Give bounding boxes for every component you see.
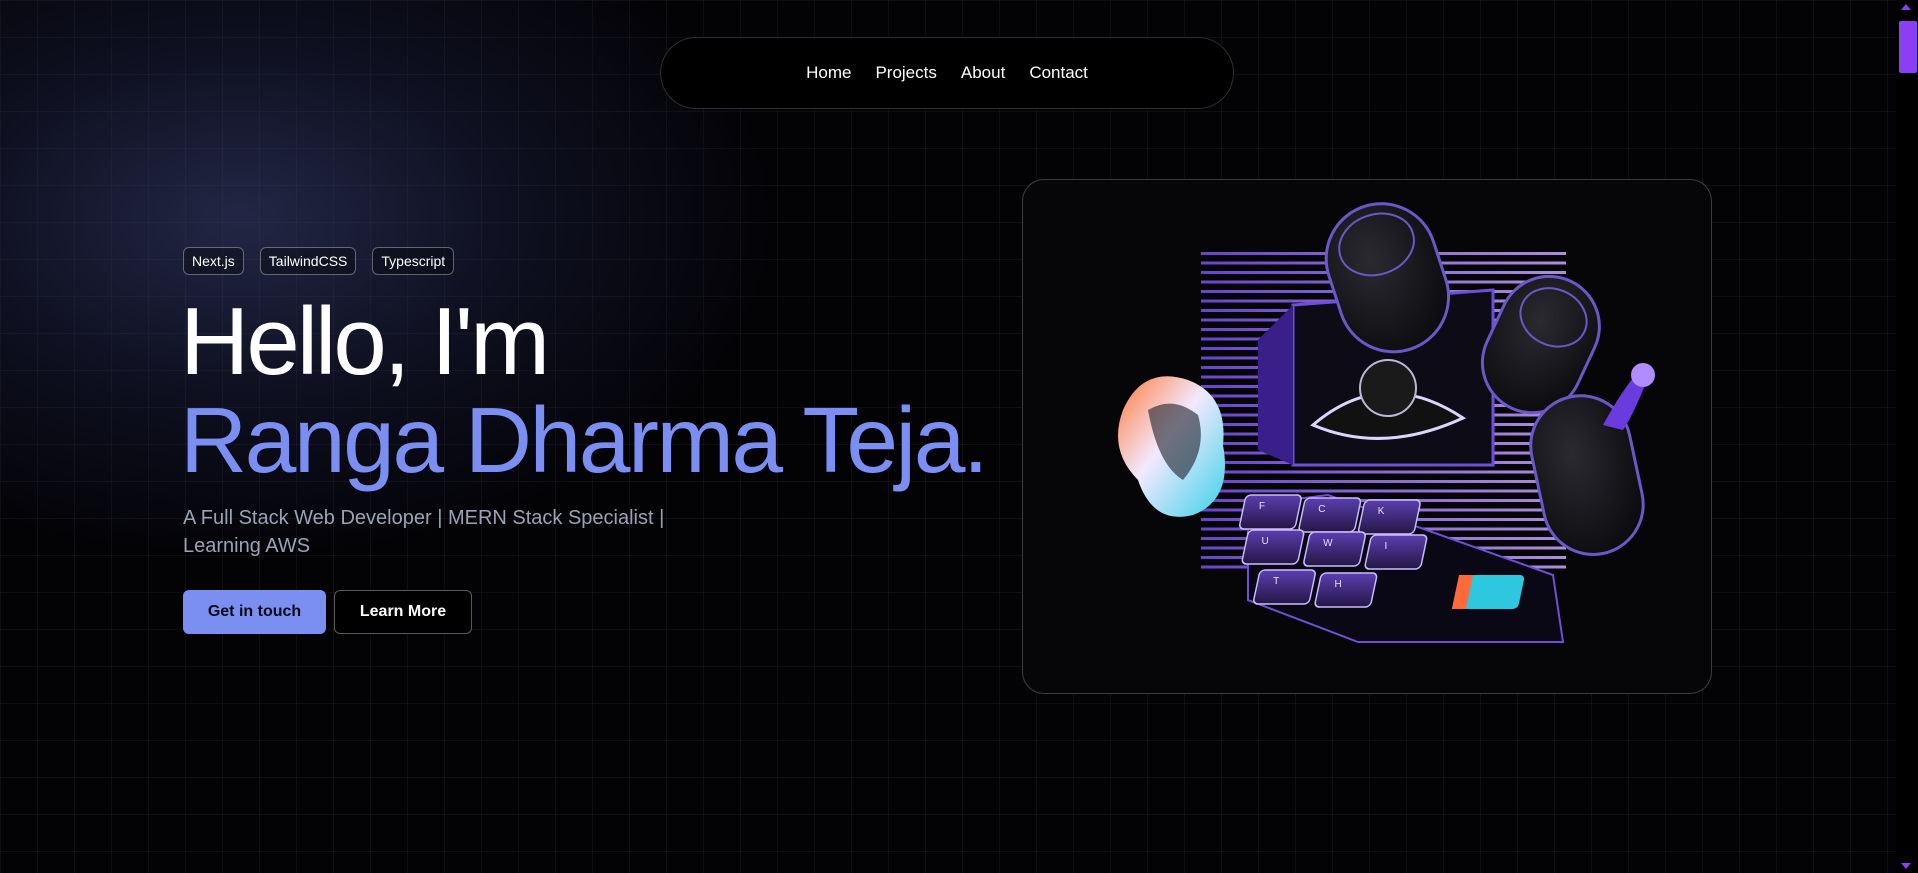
hero-subtitle-line-1: A Full Stack Web Developer | MERN Stack … (183, 507, 665, 529)
keyboard-key: T (1253, 569, 1316, 605)
keyboard-key: C (1298, 497, 1362, 533)
nav-link-home[interactable]: Home (806, 63, 851, 83)
scrollbar[interactable] (1896, 0, 1918, 873)
svg-text:K: K (1378, 506, 1385, 517)
keyboard-key: U (1241, 529, 1305, 565)
svg-text:U: U (1262, 536, 1269, 547)
svg-text:I: I (1384, 541, 1387, 552)
tech-tags: Next.js TailwindCSS Typescript (183, 247, 455, 275)
get-in-touch-button[interactable]: Get in touch (183, 590, 326, 634)
hero-subtitle: A Full Stack Web Developer | MERN Stack … (183, 504, 683, 560)
hero-name: Ranga Dharma Teja. (180, 388, 989, 492)
svg-text:W: W (1323, 538, 1333, 549)
top-nav: Home Projects About Contact (660, 37, 1234, 109)
tag-tailwindcss: TailwindCSS (259, 247, 357, 275)
nav-link-projects[interactable]: Projects (875, 63, 936, 83)
nav-link-contact[interactable]: Contact (1029, 63, 1088, 83)
tag-typescript: Typescript (372, 247, 455, 275)
stripe-line (1201, 480, 1566, 483)
keyboard-key: I (1364, 534, 1428, 570)
keyboard-key: K (1357, 499, 1421, 535)
keyboard-key-highlight (1451, 575, 1525, 609)
learn-more-button[interactable]: Learn More (334, 590, 472, 634)
scroll-up-icon[interactable] (1901, 4, 1911, 10)
hero-subtitle-line-2: Learning AWS (183, 535, 311, 557)
stripe-line (1201, 470, 1566, 474)
svg-text:C: C (1318, 504, 1325, 515)
tag-nextjs: Next.js (183, 247, 244, 275)
svg-text:F: F (1259, 501, 1265, 512)
keyboard-key: H (1314, 572, 1378, 608)
keyboard-key: F (1239, 494, 1302, 530)
hero-illustration-card: F C K U W I T H (1022, 179, 1712, 694)
hero-greeting: Hello, I'm (180, 288, 550, 395)
scroll-down-icon[interactable] (1901, 863, 1911, 869)
stripe-line (1201, 489, 1566, 493)
scrollbar-thumb[interactable] (1899, 21, 1917, 73)
page: Home Projects About Contact Next.js Tail… (0, 0, 1918, 873)
svg-text:H: H (1334, 579, 1341, 590)
nav-link-about[interactable]: About (961, 63, 1005, 83)
keyboard-key: W (1303, 531, 1366, 567)
keyboard-eye-illustration-icon: F C K U W I T H (1118, 202, 1655, 643)
svg-text:T: T (1273, 576, 1279, 587)
